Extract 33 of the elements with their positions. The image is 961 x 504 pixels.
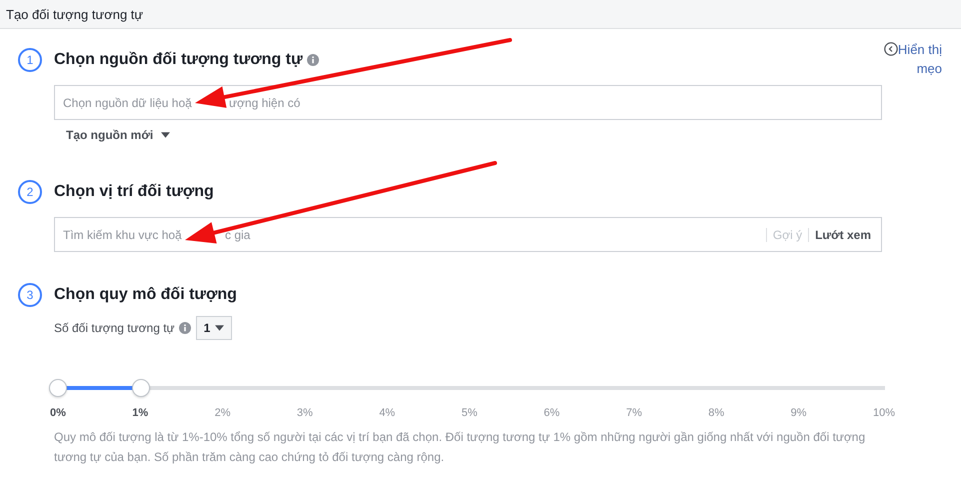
count-label: Số đối tượng tương tự: [54, 321, 175, 335]
dialog-title: Tạo đối tượng tương tự: [6, 6, 144, 22]
step-title: Chọn vị trí đối tượng: [54, 183, 214, 201]
field-frame: Tìm kiếm khu vực hoặ c gia Gợi ý Lướt xem: [54, 217, 882, 252]
percent-tick-label: 6%: [544, 407, 560, 419]
count-dropdown[interactable]: 1: [196, 316, 232, 340]
percent-tick-label: 4%: [379, 407, 396, 419]
percent-tick-label: 8%: [708, 407, 724, 419]
slider-handle[interactable]: [132, 379, 150, 397]
percent-tick-label: 5%: [461, 407, 478, 419]
info-icon[interactable]: [306, 54, 319, 66]
percent-tick-label: 2%: [214, 407, 230, 419]
step-number: 2: [18, 180, 42, 204]
step-title: Chọn quy mô đối tượng: [54, 286, 237, 304]
info-icon[interactable]: [178, 322, 191, 334]
location-action-link[interactable]: Lướt xem: [815, 228, 871, 242]
field-frame: Chọn nguồn dữ liệu hoặ ượng hiện có: [54, 85, 882, 120]
caret-icon: [161, 132, 170, 138]
percent-tick-label: 3%: [296, 407, 313, 419]
percent-tick-label: 0%: [50, 407, 66, 419]
collapse-chevron-icon: [884, 42, 898, 56]
percent-tick-label: 7%: [626, 407, 642, 419]
create-source-dropdown[interactable]: Tạo nguồn mới: [66, 128, 170, 142]
percent-tick-label: 1%: [132, 407, 148, 419]
percent-tick-label: 10%: [872, 407, 895, 419]
slider-handle[interactable]: [49, 379, 67, 397]
size-description: Quy mô đối tượng là từ 1%-10% tổng số người tại các vị trí bạn đã chọn. Đối tượng tương tự 1% gồm những người gần giống nhất với nguồn đối tượng tương tự của bạn. Số phần trăm càng cao chứng tỏ đối tượng càng rộng.: [54, 429, 866, 466]
step-number: 3: [18, 283, 42, 307]
step-number: 1: [18, 48, 42, 72]
caret-icon: [215, 325, 224, 331]
step-title: Chọn nguồn đối tượng tương tự: [54, 51, 303, 69]
show-tips-link[interactable]: Hiển thị mẹo: [882, 40, 942, 78]
percent-tick-label: 9%: [790, 407, 807, 419]
